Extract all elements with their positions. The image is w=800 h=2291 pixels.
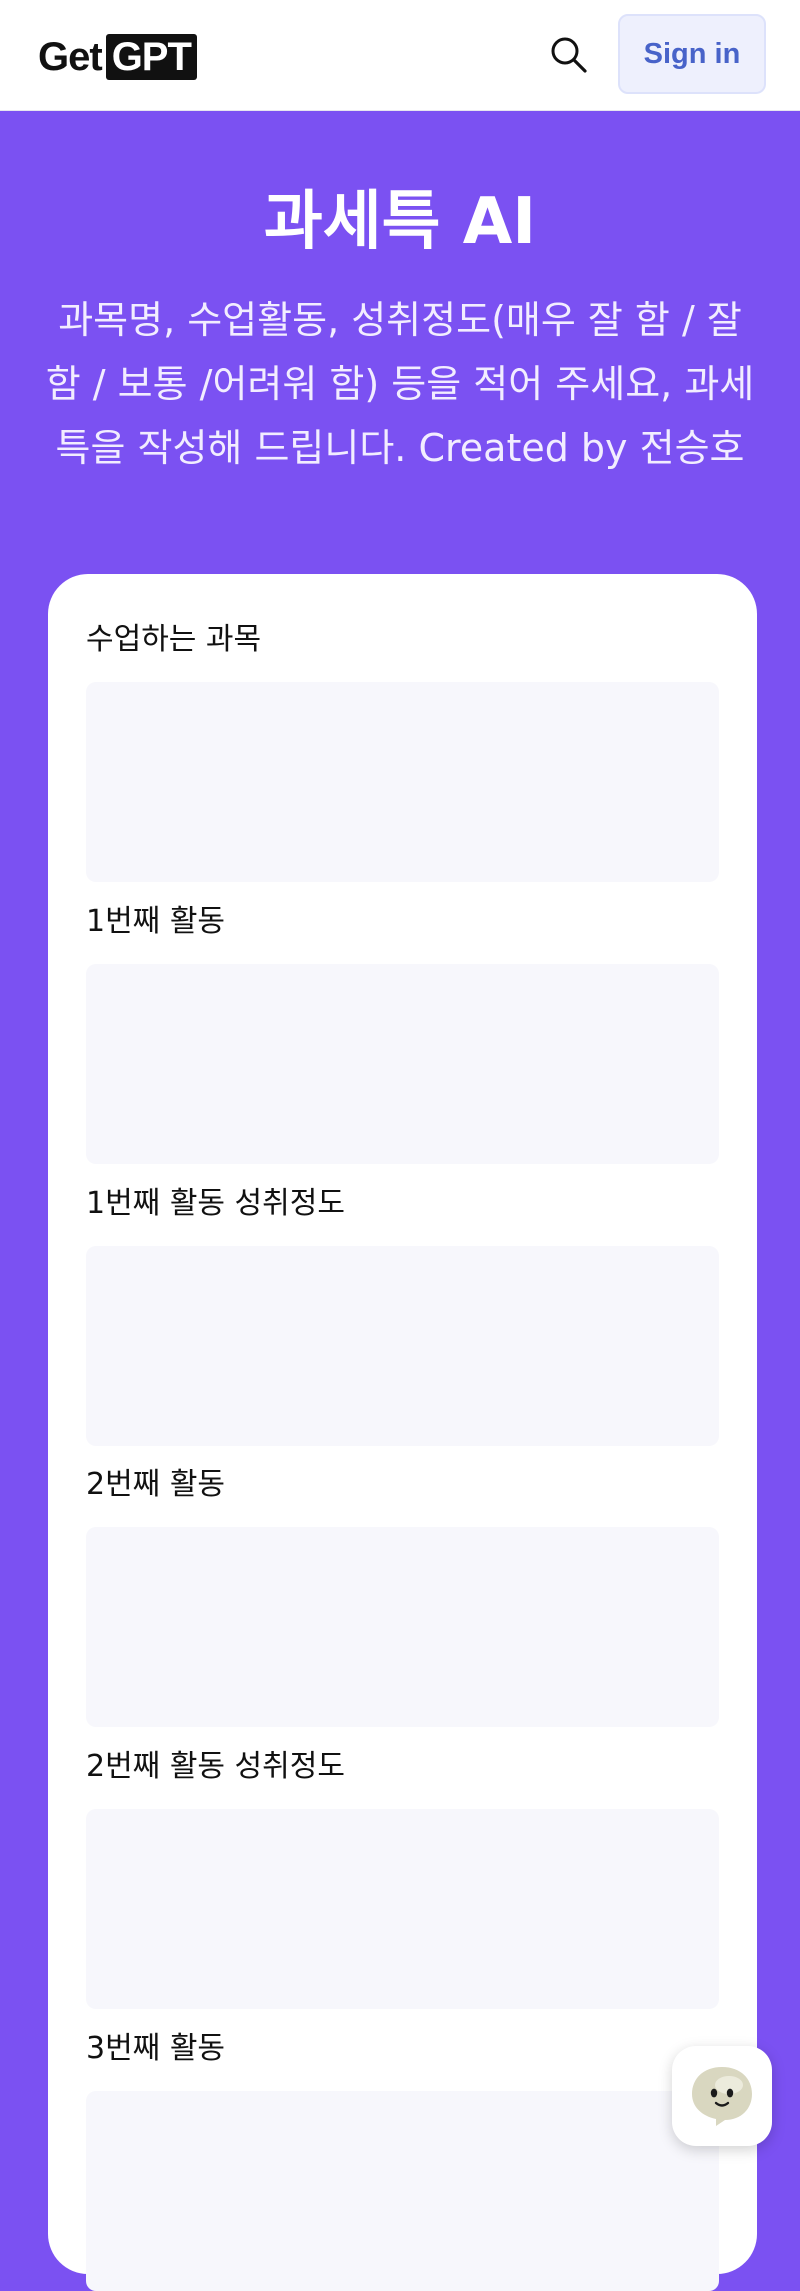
field-activity-2: 2번째 활동 [86,1463,719,1727]
getgpt-logo[interactable]: Get GPT [38,34,197,80]
activity-1-achievement-input[interactable] [86,1246,719,1446]
field-label: 2번째 활동 [86,1467,226,1502]
search-button[interactable] [544,30,594,80]
field-activity-1-achievement: 1번째 활동 성취정도 [86,1182,719,1446]
search-icon [551,37,587,73]
field-label: 2번째 활동 성취정도 [86,1749,345,1784]
field-label: 1번째 활동 성취정도 [86,1186,345,1221]
field-label: 3번째 활동 [86,2031,226,2066]
field-activity-2-achievement: 2번째 활동 성취정도 [86,1745,719,2009]
activity-2-achievement-input[interactable] [86,1809,719,2009]
chat-widget-button[interactable] [672,2046,772,2146]
chat-bot-icon [692,2067,752,2126]
activity-3-input[interactable] [86,2091,719,2291]
field-activity-3: 3번째 활동 [86,2027,719,2291]
activity-2-input[interactable] [86,1527,719,1727]
activity-1-input[interactable] [86,964,719,1164]
sign-in-button[interactable]: Sign in [618,14,766,94]
subject-input[interactable] [86,682,719,882]
top-navbar: Get GPT Sign in [0,0,800,111]
form-card: 수업하는 과목 1번째 활동 1번째 활동 성취정도 2번째 활동 2번째 활동… [48,574,757,2291]
field-label: 수업하는 과목 [86,622,262,657]
page-subtitle: 과목명, 수업활동, 성취정도(매우 잘 함 / 잘 함 / 보통 /어려워 함… [45,298,755,470]
logo-gpt-text: GPT [105,34,197,80]
field-activity-1: 1번째 활동 [86,900,719,1164]
page-title: 과세특 AI [263,185,537,259]
field-subject: 수업하는 과목 [86,618,719,882]
logo-get-text: Get [38,34,103,79]
field-label: 1번째 활동 [86,904,226,939]
